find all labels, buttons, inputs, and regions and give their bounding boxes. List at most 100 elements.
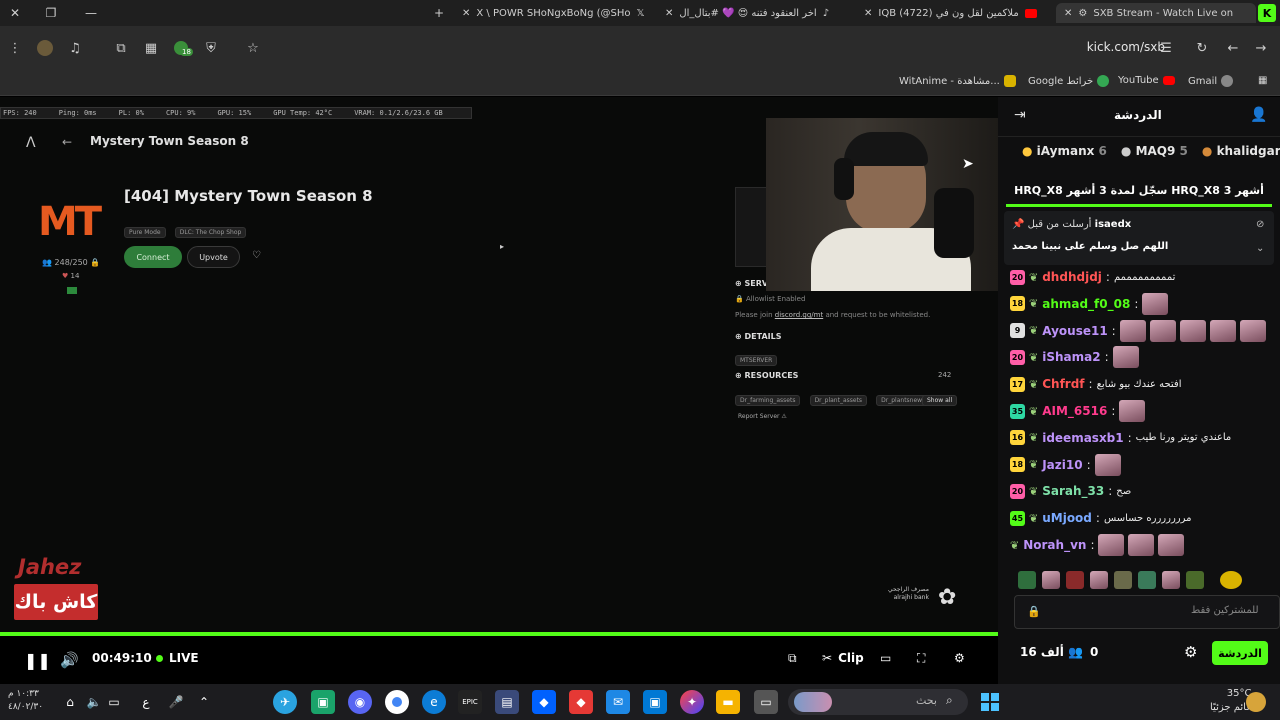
collapse-chat-icon[interactable]: ⇥ — [1014, 107, 1026, 123]
extensions-icon[interactable]: ⧉ — [112, 39, 130, 57]
emote-icon[interactable] — [1042, 571, 1060, 589]
settings-gear-icon[interactable]: ⚙ — [954, 651, 965, 665]
bookmark-youtube[interactable]: YouTube — [1118, 75, 1175, 86]
network-icon[interactable]: ⌂ — [58, 690, 82, 714]
connect-button[interactable]: Connect — [124, 246, 182, 268]
minimize-icon[interactable]: — — [82, 4, 100, 22]
chat-username[interactable]: uMjood — [1042, 511, 1092, 525]
extension-badge-icon[interactable]: 18 — [172, 39, 193, 57]
close-tab-icon[interactable]: ✕ — [462, 8, 470, 19]
site-settings-icon[interactable]: ☰ — [1157, 39, 1175, 57]
chat-username[interactable]: Chfrdf — [1042, 377, 1084, 391]
favorite-heart-icon[interactable]: ♡ — [252, 250, 261, 261]
store-icon[interactable]: ▣ — [643, 690, 667, 714]
extension-app-icon[interactable]: ▦ — [142, 39, 160, 57]
discord-icon[interactable]: ◉ — [348, 690, 372, 714]
profile-avatar-icon[interactable] — [36, 39, 54, 57]
new-tab-icon[interactable]: + — [430, 4, 448, 22]
dropbox-icon[interactable]: ◆ — [532, 690, 556, 714]
pinned-message: 📌 أرسلت من قبل isaedx اللهم صل وسلم على … — [1004, 211, 1274, 265]
emote-icon[interactable] — [1162, 571, 1180, 589]
badge-icon: ❦ — [1029, 377, 1039, 391]
report-server-link[interactable]: Report Server ⚠ — [738, 413, 787, 420]
pip-icon[interactable]: ⧉ — [788, 651, 797, 666]
colon: : — [1095, 511, 1100, 526]
bookmark-gmail[interactable]: Gmail — [1188, 75, 1234, 87]
chat-username[interactable]: Sarah_33 — [1042, 484, 1104, 498]
volume-icon[interactable]: 🔊 — [60, 651, 79, 669]
shield-icon[interactable]: ⛨ — [202, 39, 220, 57]
reload-icon[interactable]: ↻ — [1193, 39, 1211, 57]
address-bar[interactable]: kick.com/sxb — [1087, 40, 1165, 54]
app-window-icon[interactable]: ▭ — [754, 690, 778, 714]
mic-icon[interactable]: 🎤 — [164, 690, 188, 714]
emote-icon[interactable] — [1018, 571, 1036, 589]
clock[interactable]: ١٠:٣٣ م ٤٨/٠٢/٣٠ — [8, 688, 43, 714]
unpin-icon[interactable]: ⊘ — [1256, 219, 1264, 230]
chat-send-button[interactable]: الدردشة — [1212, 641, 1268, 665]
forward-icon[interactable]: ← — [1224, 39, 1242, 57]
theater-mode-icon[interactable]: ▭ — [880, 651, 891, 665]
close-tab-icon[interactable]: ✕ — [1064, 8, 1072, 19]
leader-1[interactable]: ● iAymanx 6 — [1022, 144, 1107, 158]
copilot-icon[interactable]: ✦ — [680, 690, 704, 714]
emote-icon[interactable] — [1138, 571, 1156, 589]
upvote-button[interactable]: Upvote — [187, 246, 240, 268]
emote-picker-icon[interactable] — [1220, 571, 1242, 589]
back-icon[interactable]: → — [1252, 39, 1270, 57]
all-bookmarks-icon[interactable]: ▦ — [1258, 75, 1267, 86]
edge-icon[interactable]: e — [422, 690, 446, 714]
close-window-icon[interactable]: ✕ — [6, 4, 24, 22]
bookmark-google-maps[interactable]: Google خرائط — [1028, 75, 1110, 87]
emote-icon[interactable] — [1114, 571, 1132, 589]
chat-username[interactable]: dhdhdjdj — [1042, 270, 1102, 284]
tab-x-profile[interactable]: ✕ X \ POWR SHoNgxBoNg (@SHo 𝕏 — [462, 3, 652, 23]
tab-tiktok[interactable]: ✕ اخر العنقود فتنه 😍 💜 #بتال_ال ♪ — [665, 3, 850, 23]
chrome-icon[interactable] — [385, 690, 409, 714]
chat-app-icon[interactable]: ▣ — [311, 690, 335, 714]
battery-icon[interactable]: ▭ — [102, 690, 126, 714]
app-icon[interactable]: ▤ — [495, 690, 519, 714]
close-tab-icon[interactable]: ✕ — [665, 8, 673, 19]
chat-username[interactable]: ideemasxb1 — [1042, 431, 1123, 445]
leader-3[interactable]: ● khalidgar — [1202, 144, 1280, 158]
chat-username[interactable]: Jazi10 — [1042, 458, 1082, 472]
menu-dots-icon[interactable]: ⋮ — [6, 39, 24, 57]
bookmark-witanime[interactable]: WitAnime - مشاهدة... — [899, 75, 1016, 87]
fullscreen-icon[interactable]: ⛶ — [917, 651, 925, 666]
show-all-button[interactable]: Show all — [922, 387, 961, 406]
emote-icon[interactable] — [1186, 571, 1204, 589]
game-launcher-icon[interactable]: ◆ — [569, 690, 593, 714]
chat-username[interactable]: Norah_vn — [1023, 538, 1086, 552]
chat-username[interactable]: iShama2 — [1042, 350, 1100, 364]
chat-input[interactable]: 🔒 للمشتركين فقط — [1014, 595, 1280, 629]
chat-username[interactable]: ahmad_f0_08 — [1042, 297, 1130, 311]
stream-video[interactable]: FPS: 240 Ping: 0ms PL: 0% CPU: 9% GPU: 1… — [0, 97, 998, 637]
expand-chevron-icon[interactable]: ⌄ — [1256, 243, 1264, 254]
leader-2[interactable]: ● MAQ9 5 — [1121, 144, 1188, 158]
tab-kick-sxb[interactable]: ✕ ⚙ SXB Stream - Watch Live on — [1056, 3, 1256, 23]
restore-icon[interactable]: ❐ — [42, 4, 60, 22]
language-icon[interactable]: ع — [134, 690, 158, 714]
chat-username[interactable]: AIM_6516 — [1042, 404, 1107, 418]
windows-start-icon[interactable] — [978, 690, 1002, 714]
tab-youtube[interactable]: ✕ IQB (4722) ملاكمين لقل ون في — [864, 3, 1049, 23]
users-icon[interactable]: 👤 — [1250, 107, 1267, 123]
tray-chevron-icon[interactable]: ⌃ — [192, 690, 216, 714]
clip-button[interactable]: ✂ Clip — [822, 651, 864, 665]
bookmark-star-icon[interactable]: ☆ — [244, 39, 262, 57]
telegram-icon[interactable]: ✈ — [273, 690, 297, 714]
epic-games-icon[interactable]: EPIC — [458, 690, 482, 714]
emote-icon[interactable] — [1066, 571, 1084, 589]
emote-icon[interactable] — [1090, 571, 1108, 589]
close-tab-icon[interactable]: ✕ — [864, 8, 872, 19]
outlook-icon[interactable]: ✉ — [606, 690, 630, 714]
scissors-icon: ✂ — [822, 651, 833, 665]
taskbar-search[interactable]: بحث ⌕ — [788, 689, 968, 715]
chat-username[interactable]: Ayouse11 — [1042, 324, 1107, 338]
media-control-icon[interactable]: ♫ — [66, 39, 84, 57]
discord-link[interactable]: discord.gg/mt — [775, 311, 823, 319]
chat-settings-gear-icon[interactable]: ⚙ — [1184, 643, 1197, 661]
file-explorer-icon[interactable]: ▬ — [716, 690, 740, 714]
pause-icon[interactable]: ❚❚ — [24, 651, 51, 670]
